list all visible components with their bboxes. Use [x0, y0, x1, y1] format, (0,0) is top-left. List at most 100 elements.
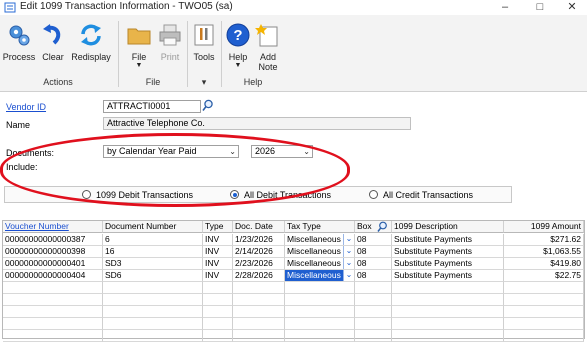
cell-amount: $419.80 — [504, 258, 584, 270]
clear-button[interactable]: Clear — [38, 22, 68, 72]
ribbon-separator — [187, 21, 188, 87]
empty-cell — [285, 282, 355, 294]
empty-cell — [355, 318, 392, 330]
cell-voucher[interactable]: 00000000000000404 — [3, 270, 103, 282]
documents-label: Documents: — [6, 148, 55, 158]
cell-document[interactable]: 16 — [103, 246, 203, 258]
empty-cell — [285, 330, 355, 342]
lookup-magnifier-icon — [202, 99, 213, 111]
radio-all-debit[interactable] — [230, 190, 239, 199]
print-button[interactable]: Print — [156, 22, 184, 72]
empty-cell — [203, 330, 233, 342]
empty-cell — [285, 294, 355, 306]
empty-cell — [203, 282, 233, 294]
radio-circle-selected — [230, 190, 239, 199]
empty-cell — [392, 294, 504, 306]
redisplay-label: Redisplay — [71, 52, 111, 62]
process-label: Process — [2, 52, 36, 62]
empty-cell — [103, 318, 203, 330]
chevron-down-icon: ⌄ — [303, 147, 310, 156]
cell-type: INV — [203, 234, 233, 246]
cell-desc: Substitute Payments — [392, 234, 504, 246]
empty-cell — [233, 306, 285, 318]
process-button[interactable]: Process — [2, 22, 36, 72]
empty-cell — [3, 294, 103, 306]
help-icon: ? — [226, 23, 250, 47]
help-label: Help — [228, 52, 248, 62]
maximize-button[interactable]: □ — [525, 0, 555, 15]
empty-cell — [504, 282, 584, 294]
folder-icon — [127, 28, 151, 45]
file-button[interactable]: File ▼ — [124, 22, 154, 72]
cell-date: 2/14/2026 — [233, 246, 285, 258]
tax-type-dropdown-button[interactable]: ⌄ — [343, 270, 354, 281]
empty-cell — [504, 330, 584, 342]
empty-cell — [355, 294, 392, 306]
box-lookup-icon[interactable] — [377, 221, 388, 232]
cell-voucher[interactable]: 00000000000000398 — [3, 246, 103, 258]
empty-cell — [3, 282, 103, 294]
empty-cell — [392, 282, 504, 294]
add-note-label: Add — [259, 52, 276, 62]
radio-all-credit-label: All Credit Transactions — [383, 190, 474, 200]
redisplay-button[interactable]: Redisplay — [70, 22, 112, 72]
empty-cell — [504, 318, 584, 330]
empty-cell — [103, 306, 203, 318]
printer-icon — [159, 24, 181, 46]
refresh-icon — [81, 24, 101, 46]
cell-desc: Substitute Payments — [392, 246, 504, 258]
close-button[interactable]: ✕ — [557, 0, 587, 15]
undo-arrow-icon — [43, 24, 61, 45]
documents-select[interactable]: by Calendar Year Paid ⌄ — [103, 145, 239, 158]
window-title: Edit 1099 Transaction Information - TWO0… — [20, 1, 233, 12]
cell-type: INV — [203, 258, 233, 270]
column-header-amount: 1099 Amount — [504, 221, 584, 233]
cell-amount: $271.62 — [504, 234, 584, 246]
tools-icon — [194, 24, 214, 46]
cell-document[interactable]: SD3 — [103, 258, 203, 270]
add-note-button[interactable]: Add Note — [254, 22, 282, 72]
year-select[interactable]: 2026 ⌄ — [251, 145, 313, 158]
empty-cell — [103, 330, 203, 342]
tax-type-dropdown-button[interactable]: ⌄ — [343, 246, 354, 257]
radio-all-credit[interactable] — [369, 190, 378, 199]
tax-type-dropdown-button[interactable]: ⌄ — [343, 234, 354, 245]
empty-cell — [355, 330, 392, 342]
vendor-name-field: Attractive Telephone Co. — [103, 117, 411, 130]
column-header-desc: 1099 Description — [392, 221, 504, 233]
cell-box: 08 — [355, 246, 392, 258]
empty-cell — [392, 330, 504, 342]
file-group-label: File — [145, 77, 161, 87]
tools-group-label: ▾ — [201, 77, 207, 87]
cell-voucher[interactable]: 00000000000000387 — [3, 234, 103, 246]
clear-label: Clear — [42, 52, 64, 62]
empty-cell — [233, 330, 285, 342]
empty-cell — [392, 306, 504, 318]
file-dropdown-arrow: ▼ — [135, 62, 143, 69]
column-header-voucher[interactable]: Voucher Number — [3, 221, 103, 233]
empty-cell — [355, 306, 392, 318]
empty-cell — [233, 282, 285, 294]
cell-voucher[interactable]: 00000000000000401 — [3, 258, 103, 270]
radio-circle — [369, 190, 378, 199]
cell-type: INV — [203, 246, 233, 258]
radio-1099-debit[interactable] — [82, 190, 91, 199]
empty-cell — [285, 318, 355, 330]
vendor-lookup-button[interactable] — [202, 99, 214, 112]
column-header-date: Doc. Date — [233, 221, 285, 233]
help-group-label: Help — [243, 77, 263, 87]
help-dropdown-arrow: ▼ — [234, 62, 242, 69]
cell-box: 08 — [355, 270, 392, 282]
empty-cell — [3, 318, 103, 330]
help-button[interactable]: ? Help ▼ — [224, 22, 252, 72]
tax-type-dropdown-button[interactable]: ⌄ — [343, 258, 354, 269]
cell-document[interactable]: 6 — [103, 234, 203, 246]
tools-button[interactable]: Tools — [190, 22, 218, 72]
cell-document[interactable]: SD6 — [103, 270, 203, 282]
vendor-id-link[interactable]: Vendor ID — [6, 102, 46, 112]
empty-cell — [103, 282, 203, 294]
minimize-button[interactable]: – — [490, 0, 520, 15]
print-label: Print — [160, 52, 180, 62]
vendor-id-field[interactable]: ATTRACTI0001 — [103, 100, 201, 113]
file-label: File — [131, 52, 147, 62]
